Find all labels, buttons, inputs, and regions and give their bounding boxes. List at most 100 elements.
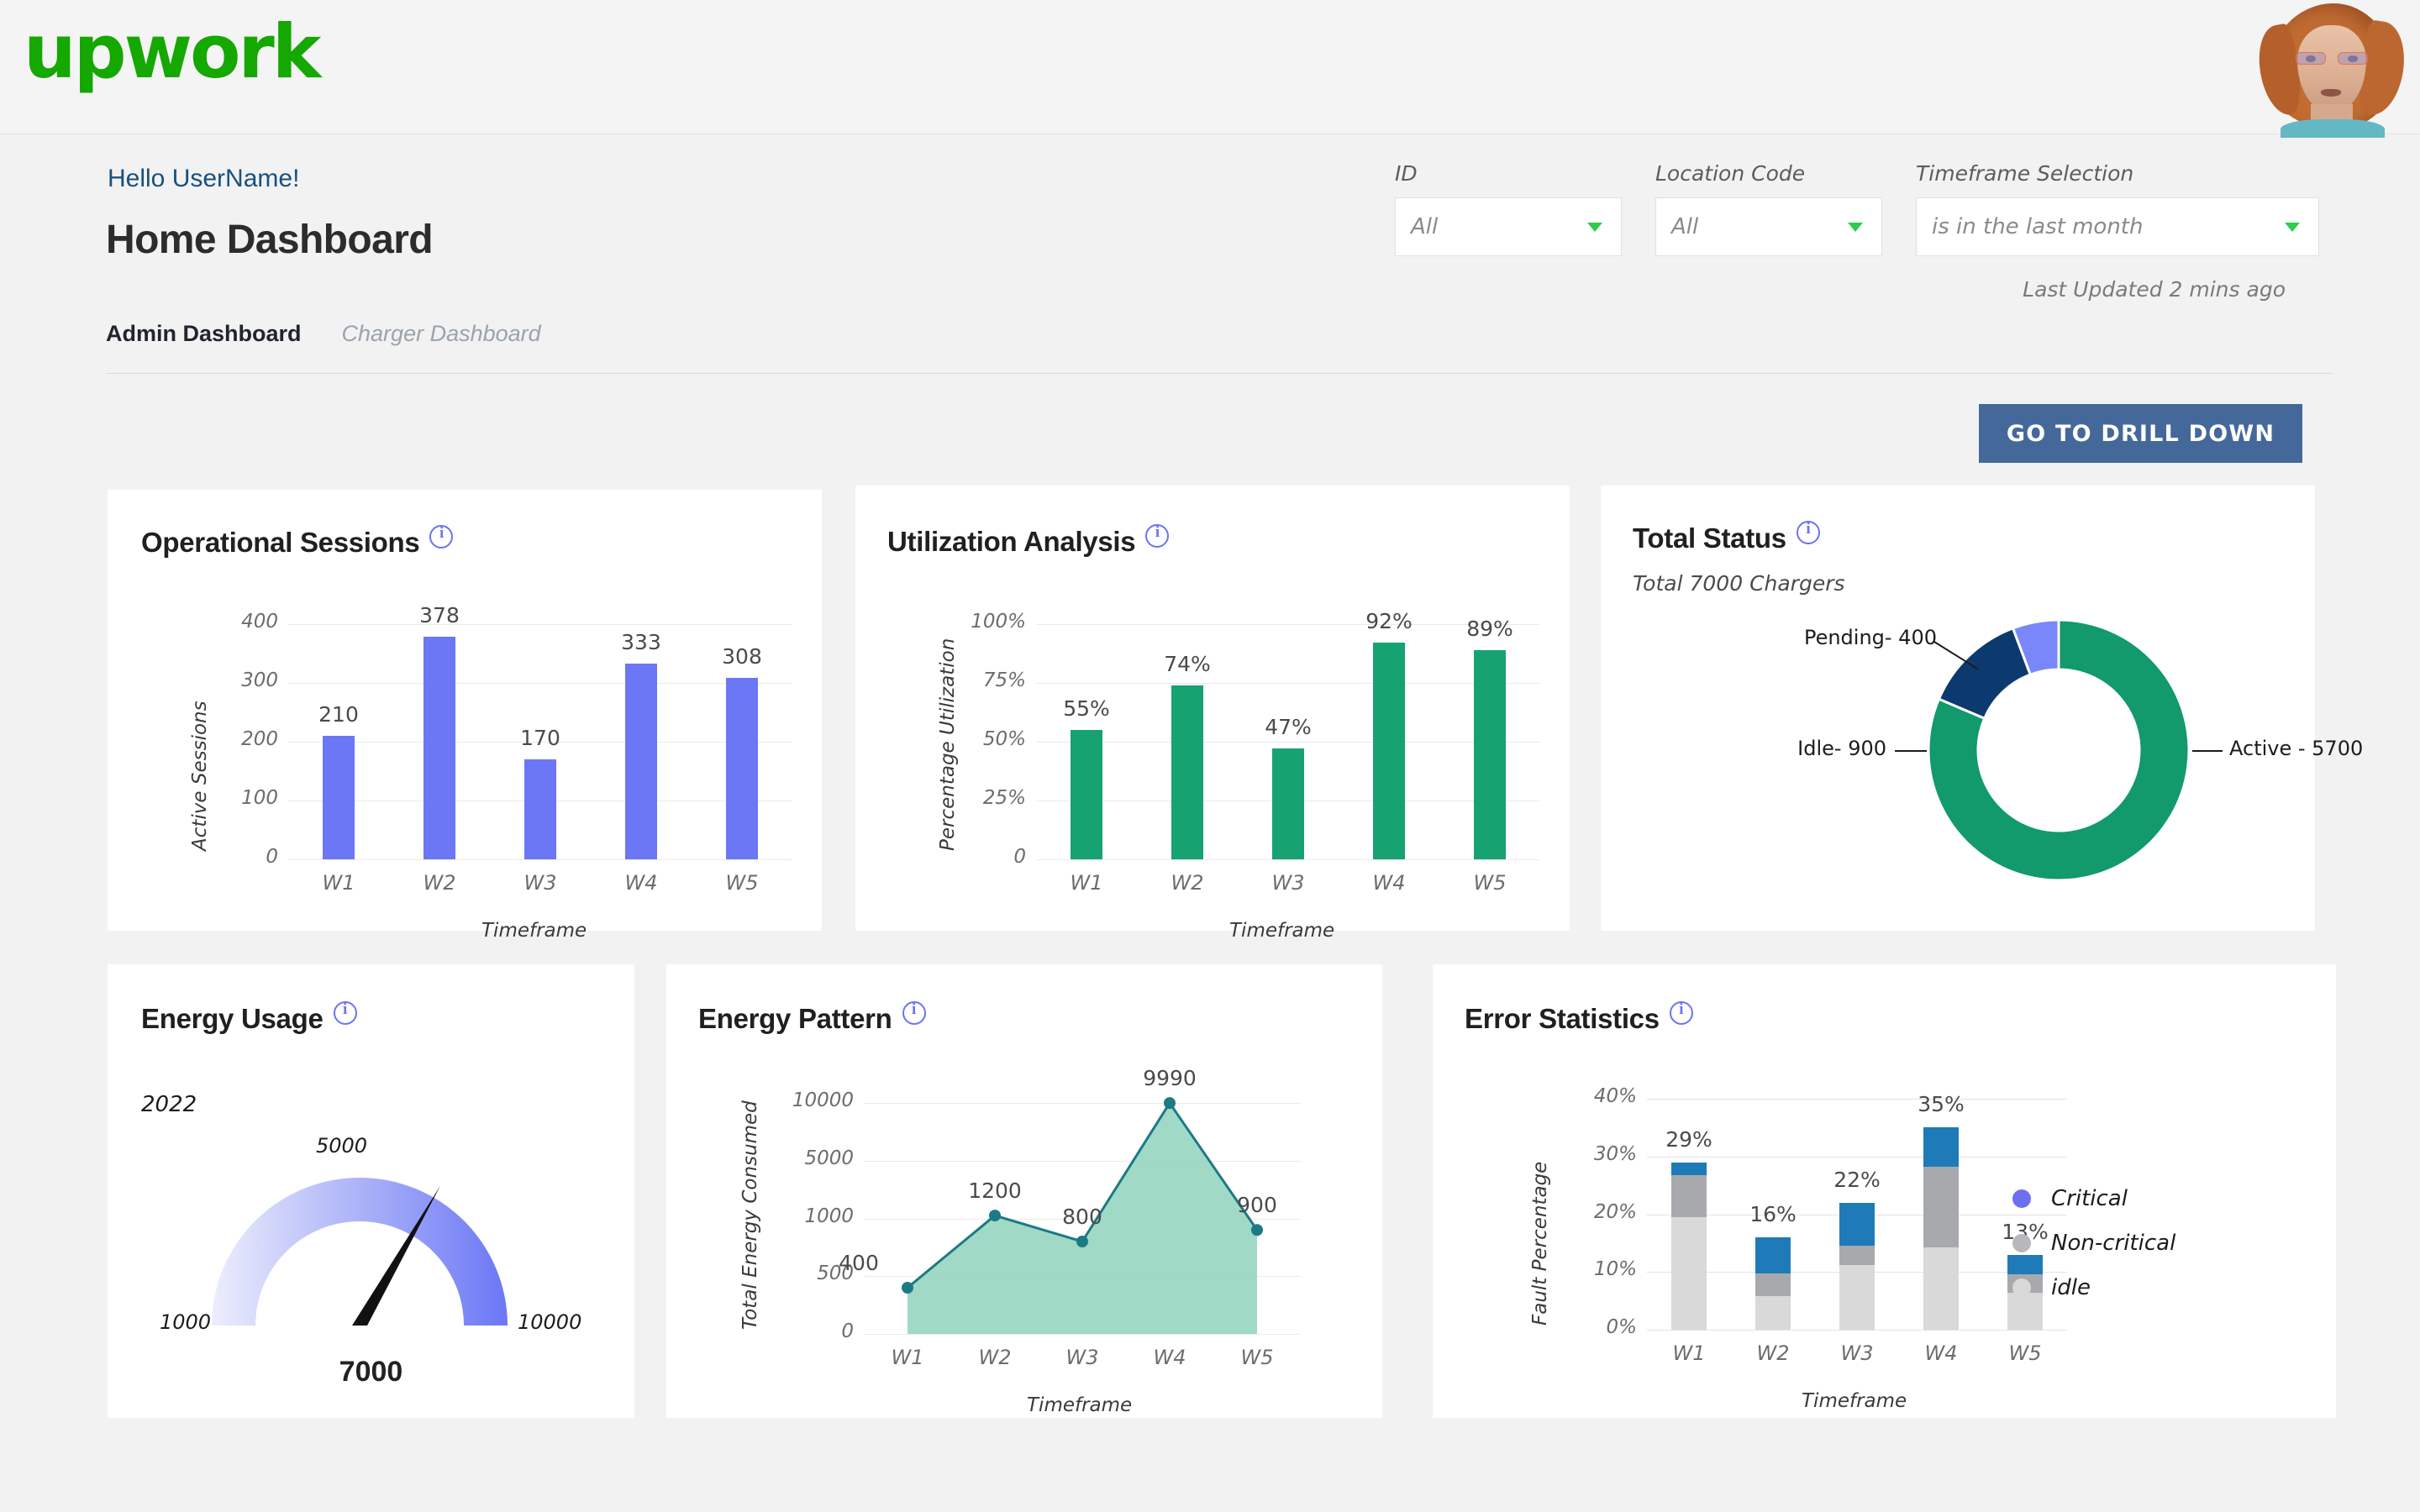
stack-segment-idle-W4[interactable]: [1923, 1247, 1959, 1330]
leader-line-idle: [1895, 750, 1927, 752]
y-axis-tick: 50%: [982, 728, 1026, 750]
bar-W2[interactable]: [424, 637, 455, 859]
bar-W2[interactable]: [1171, 685, 1203, 859]
y-axis-label: Percentage Utilization: [937, 638, 959, 851]
card-error-statistics: Error Statistics 0%10%20%30%40%29%W116%W…: [1433, 964, 2336, 1418]
data-point-W1[interactable]: [902, 1282, 913, 1294]
y-axis-tick: 200: [241, 728, 278, 750]
gridline: [288, 624, 792, 625]
y-axis-tick: 400: [241, 611, 278, 633]
stack-segment-critical-W4[interactable]: [1923, 1127, 1959, 1168]
data-point-W5[interactable]: [1251, 1224, 1263, 1236]
stack-segment-critical-W1[interactable]: [1671, 1162, 1707, 1175]
avatar-mouth-icon: [2321, 89, 2341, 97]
donut-label-idle: Idle- 900: [1797, 737, 1886, 760]
filter-location-select[interactable]: All: [1655, 197, 1882, 256]
donut-label-active: Active - 5700: [2229, 737, 2364, 760]
filter-timeframe-select[interactable]: is in the last month: [1916, 197, 2319, 256]
x-axis-tick: W5: [1240, 1346, 1274, 1369]
bar-W1[interactable]: [323, 736, 355, 859]
upwork-logo[interactable]: upwork: [24, 15, 321, 89]
gridline: [1036, 683, 1540, 684]
y-axis-tick: 0%: [1606, 1316, 1638, 1338]
legend-item-non-critical[interactable]: Non-critical: [2012, 1221, 2175, 1265]
y-axis-tick: 100%: [971, 611, 1026, 633]
go-to-drill-down-button[interactable]: GO TO DRILL DOWN: [1979, 404, 2302, 463]
stack-segment-idle-W1[interactable]: [1671, 1216, 1707, 1330]
data-point-W3[interactable]: [1076, 1236, 1088, 1247]
x-axis-label: Timeframe: [1229, 920, 1335, 942]
x-axis-tick: W1: [1070, 871, 1103, 895]
bar-value-label: 308: [722, 644, 762, 669]
bar-value-label: 378: [419, 603, 460, 628]
bar-value-label: 55%: [1063, 696, 1110, 721]
filter-id-value: All: [1411, 214, 1439, 239]
stack-segment-critical-W2[interactable]: [1755, 1237, 1791, 1273]
legend-dot-icon: [2012, 1189, 2031, 1208]
gridline: [288, 859, 792, 860]
legend-label: idle: [2051, 1274, 2091, 1300]
data-point-W2[interactable]: [989, 1210, 1001, 1222]
gauge-value-label: 7000: [339, 1356, 403, 1388]
tabs-divider: [106, 373, 2333, 374]
y-axis-tick: 20%: [1593, 1200, 1637, 1223]
point-value-label: 400: [839, 1251, 879, 1275]
bar-value-label: 92%: [1365, 609, 1413, 634]
x-axis-tick: W2: [1171, 871, 1204, 895]
bar-value-label: 74%: [1164, 651, 1211, 676]
bar-value-label: 47%: [1265, 715, 1312, 740]
tab-admin-dashboard[interactable]: Admin Dashboard: [106, 321, 302, 347]
bar-W4[interactable]: [625, 663, 657, 859]
bar-W1[interactable]: [1071, 730, 1102, 859]
stack-segment-non-critical-W2[interactable]: [1755, 1273, 1791, 1297]
bar-W5[interactable]: [1474, 649, 1506, 859]
data-point-W4[interactable]: [1164, 1097, 1176, 1110]
filter-id-select[interactable]: All: [1395, 197, 1622, 256]
bar-W5[interactable]: [726, 678, 758, 859]
y-axis-label: Total Energy Consumed: [739, 1100, 761, 1330]
y-axis-tick: 30%: [1593, 1142, 1637, 1165]
bar-W3[interactable]: [1272, 748, 1304, 859]
leader-line-active: [2192, 750, 2223, 752]
legend-item-idle[interactable]: idle: [2012, 1265, 2175, 1310]
y-axis-label: Fault Percentage: [1529, 1161, 1551, 1326]
stack-segment-idle-W2[interactable]: [1755, 1296, 1791, 1330]
error-statistics-legend: Critical Non-critical idle: [2012, 1176, 2175, 1310]
tab-charger-dashboard[interactable]: Charger Dashboard: [342, 321, 541, 347]
card-energy-pattern: Energy Pattern 05001000500010000400W1120…: [666, 964, 1382, 1418]
x-axis-tick: W3: [1065, 1346, 1099, 1369]
last-updated-text: Last Updated 2 mins ago: [2023, 277, 2286, 302]
x-axis-label: Timeframe: [1802, 1390, 1907, 1412]
filter-timeframe: Timeframe Selection is in the last month: [1916, 161, 2319, 256]
bar-W4[interactable]: [1373, 643, 1405, 859]
x-axis-tick: W3: [523, 871, 557, 895]
stack-segment-idle-W3[interactable]: [1839, 1265, 1875, 1330]
bar-W3[interactable]: [524, 759, 556, 859]
filter-location-label: Location Code: [1655, 161, 1806, 186]
stack-segment-non-critical-W4[interactable]: [1923, 1167, 1959, 1248]
filter-location-value: All: [1671, 214, 1699, 239]
y-axis-tick: 25%: [982, 787, 1026, 809]
top-bar: upwork: [0, 0, 2420, 138]
stack-segment-critical-W3[interactable]: [1839, 1202, 1875, 1246]
gauge-arc: [212, 1178, 508, 1326]
x-axis-tick: W5: [1473, 871, 1507, 895]
bar-total-label: 16%: [1749, 1202, 1797, 1226]
stack-segment-non-critical-W1[interactable]: [1671, 1174, 1707, 1217]
x-axis-tick: W1: [891, 1346, 924, 1369]
stack-segment-non-critical-W3[interactable]: [1839, 1245, 1875, 1265]
x-axis-tick: W4: [624, 871, 658, 895]
y-axis-tick: 40%: [1593, 1085, 1637, 1107]
gauge-max-label: 10000: [518, 1310, 582, 1334]
bar-value-label: 89%: [1466, 616, 1513, 641]
x-axis-tick: W2: [978, 1346, 1012, 1369]
gauge-mid-label: 5000: [316, 1134, 368, 1158]
legend-item-critical[interactable]: Critical: [2012, 1176, 2175, 1221]
x-axis-tick: W5: [2008, 1341, 2042, 1365]
legend-dot-icon: [2012, 1278, 2031, 1297]
filter-location-code: Location Code All: [1655, 161, 1882, 256]
user-avatar[interactable]: [2255, 0, 2407, 138]
donut-slice-idle[interactable]: [1937, 626, 2033, 721]
gridline: [1036, 742, 1540, 743]
point-value-label: 900: [1237, 1193, 1277, 1218]
